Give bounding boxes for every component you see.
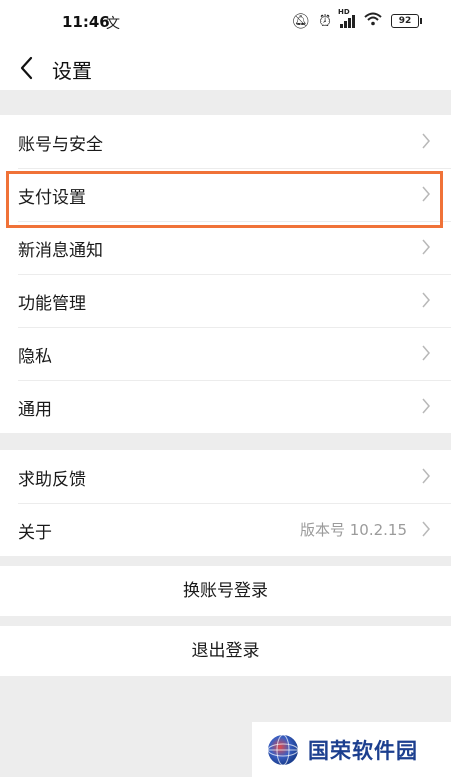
nav-bar: 设置: [0, 46, 451, 90]
mute-icon: 🔕︎: [291, 12, 311, 30]
settings-item-label: 账号与安全: [18, 135, 103, 155]
wifi-icon: [364, 12, 382, 30]
globe-logo-icon: [267, 734, 299, 765]
settings-item-feature-management[interactable]: 功能管理: [0, 274, 451, 327]
logout-button[interactable]: 退出登录: [0, 626, 451, 676]
status-time: 11:46: [62, 13, 110, 31]
settings-item-label: 功能管理: [18, 294, 86, 314]
network-label: HD: [338, 8, 350, 16]
settings-item-label: 新消息通知: [18, 241, 103, 261]
signal-icon: HD: [338, 8, 355, 28]
settings-item-notifications[interactable]: 新消息通知: [0, 221, 451, 274]
watermark-text: 国荣软件园: [308, 738, 418, 763]
settings-group-1: 账号与安全 支付设置 新消息通知 功能管理 隐私 通用: [0, 115, 451, 433]
chevron-right-icon: [422, 521, 430, 537]
battery-icon: 92: [391, 14, 422, 28]
page-title: 设置: [52, 59, 92, 83]
watermark: 国荣软件园: [252, 722, 451, 777]
status-bar: 11:46 文 🔕︎ ⏰︎ HD 92: [0, 0, 451, 46]
settings-item-general[interactable]: 通用: [0, 380, 451, 433]
settings-item-label: 关于: [18, 523, 52, 543]
settings-item-privacy[interactable]: 隐私: [0, 327, 451, 380]
chevron-right-icon: [422, 292, 430, 308]
version-value: 版本号 10.2.15: [299, 521, 407, 539]
settings-item-about[interactable]: 关于 版本号 10.2.15: [0, 503, 451, 556]
settings-item-help-feedback[interactable]: 求助反馈: [0, 450, 451, 503]
chevron-right-icon: [422, 398, 430, 414]
chevron-right-icon: [422, 468, 430, 484]
chevron-right-icon: [422, 133, 430, 149]
settings-item-label: 通用: [18, 400, 52, 420]
chevron-right-icon: [422, 239, 430, 255]
chevron-right-icon: [422, 345, 430, 361]
highlight-box: [6, 171, 443, 228]
switch-account-button[interactable]: 换账号登录: [0, 566, 451, 616]
settings-group-2: 求助反馈 关于 版本号 10.2.15: [0, 450, 451, 556]
chevron-left-icon[interactable]: [14, 52, 40, 84]
notification-icon: 文: [106, 16, 120, 32]
status-icons: 🔕︎ ⏰︎ HD 92: [291, 8, 422, 30]
settings-item-label: 隐私: [18, 347, 52, 367]
settings-item-account-security[interactable]: 账号与安全: [0, 115, 451, 168]
alarm-icon: ⏰︎: [319, 12, 331, 30]
settings-item-label: 求助反馈: [18, 470, 86, 490]
